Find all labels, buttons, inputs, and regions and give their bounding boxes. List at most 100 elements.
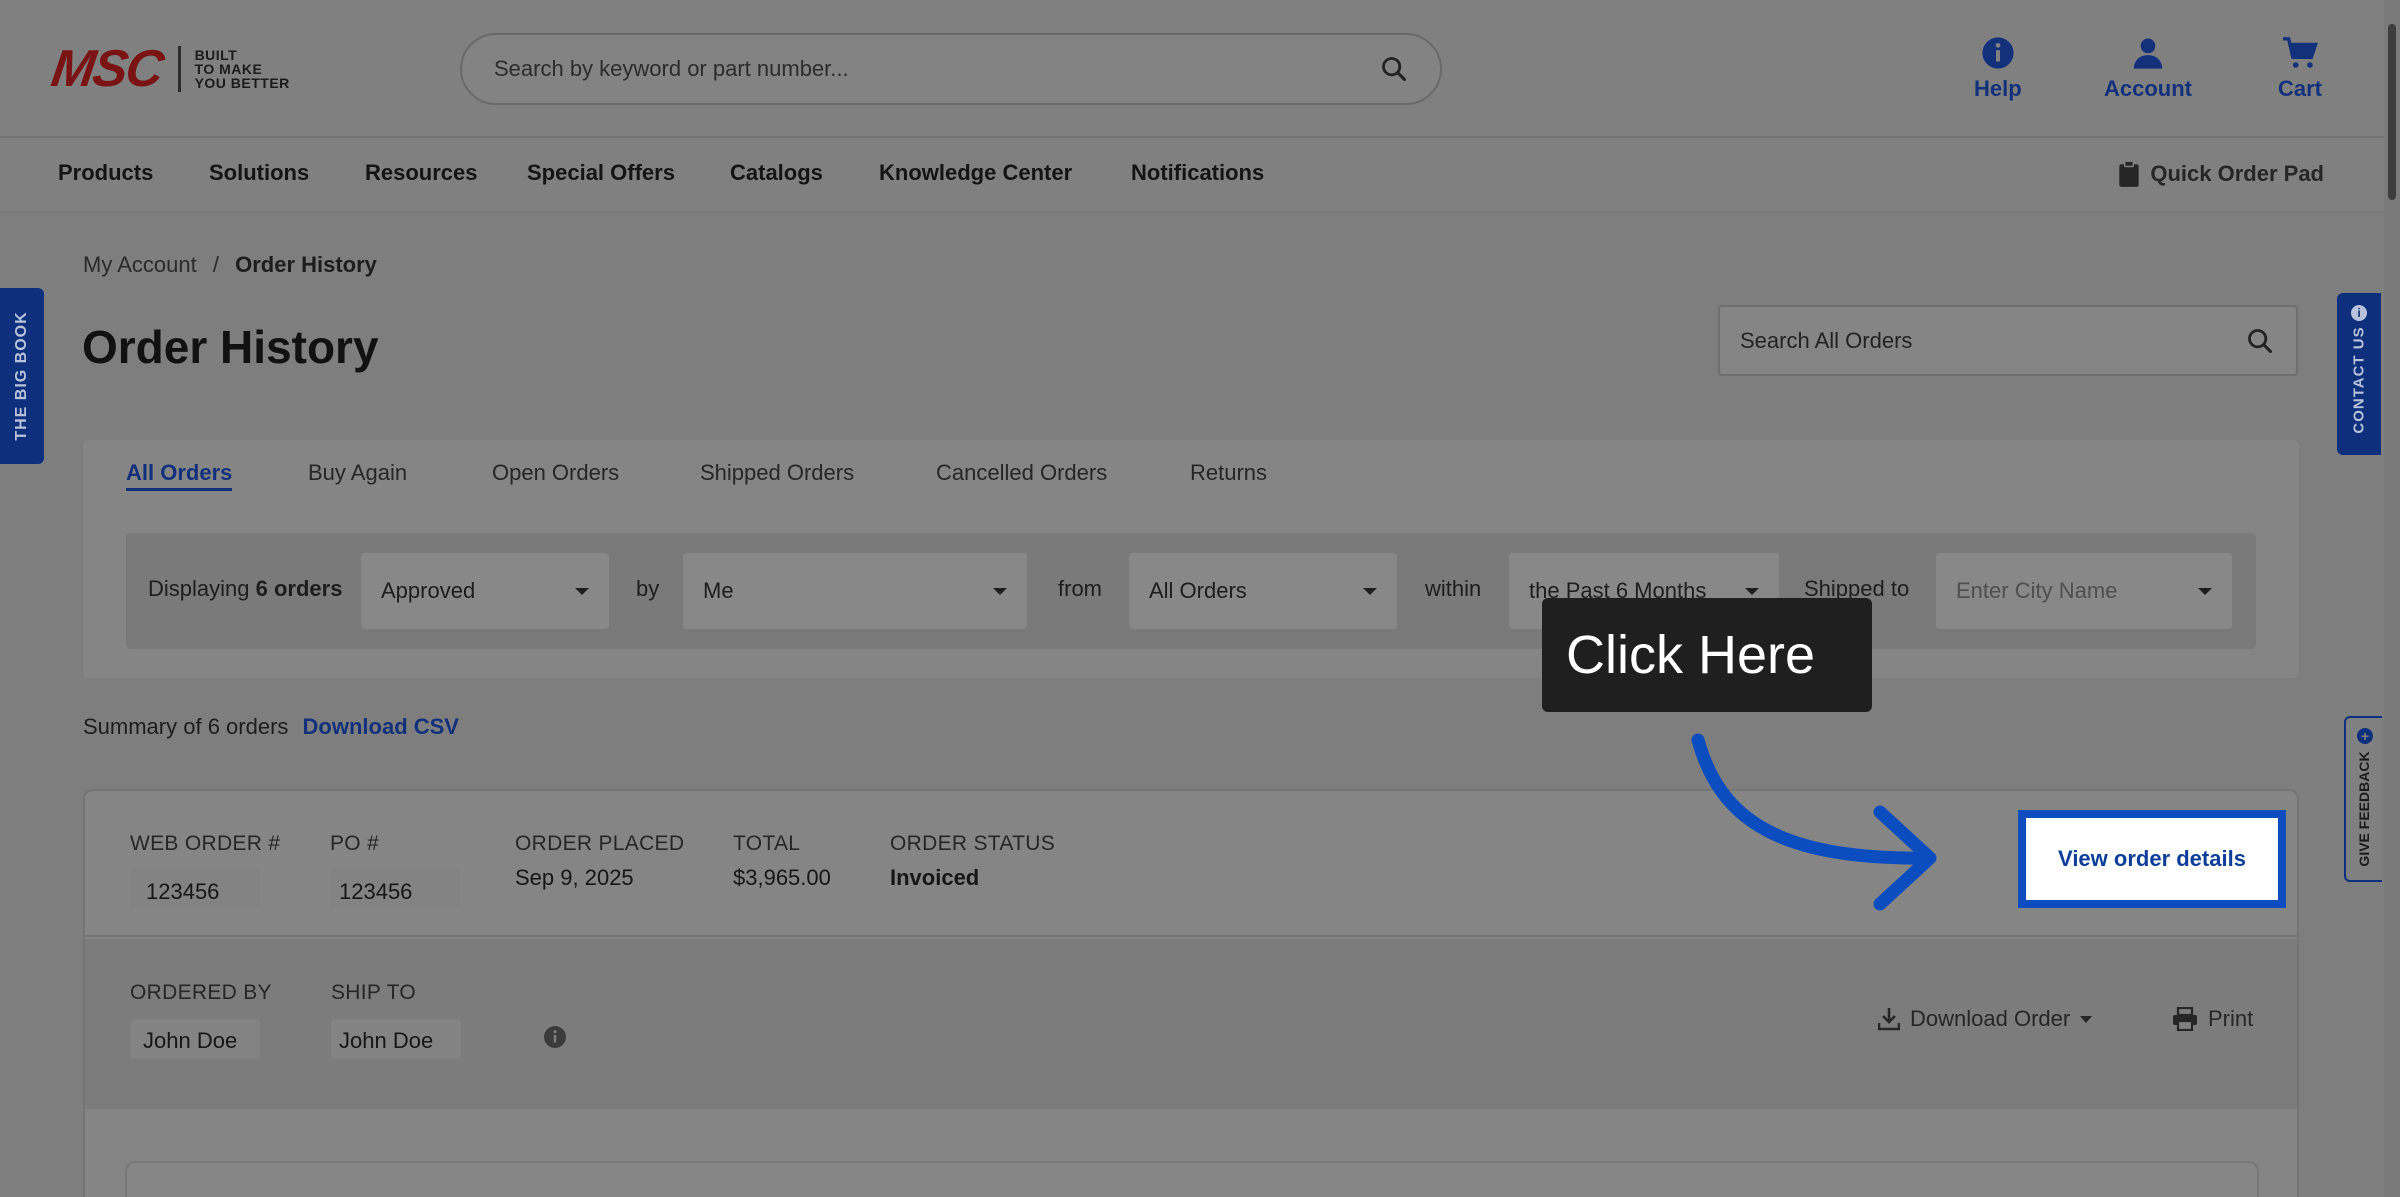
download-icon [1878,1008,1900,1031]
click-here-callout: Click Here [1542,598,1872,712]
logo-tagline: BUILT TO MAKE YOU BETTER [195,48,290,90]
help-link[interactable]: Help [1974,36,2022,102]
chevron-down-icon [993,587,1007,595]
printer-icon [2173,1007,2197,1031]
orders-summary: Summary of 6 orders Download CSV [83,714,459,740]
filter-bar: Displaying 6 orders Approved by Me from … [126,533,2256,649]
click-here-text: Click Here [1566,625,1816,685]
order-card: WEB ORDER # 123456 PO # 123456 ORDER PLA… [83,789,2299,1197]
order-status-label: ORDER STATUS [890,832,1055,855]
give-feedback-label: GIVE FEEDBACK [2356,751,2372,867]
menu-item-catalogs[interactable]: Catalogs [730,160,823,186]
tab-cancelled-orders[interactable]: Cancelled Orders [936,460,1107,486]
site-header: MSC BUILT TO MAKE YOU BETTER Search by k… [0,0,2384,138]
order-source-select-value: All Orders [1149,578,1247,603]
order-search-input[interactable]: Search All Orders [1718,305,2298,376]
big-book-label: THE BIG BOOK [13,311,30,441]
status-select-value: Approved [381,578,476,603]
quick-order-pad-label: Quick Order Pad [2150,161,2324,186]
ordered-by-select[interactable]: Me [683,553,1027,629]
po-value: 123456 [339,879,413,904]
search-icon[interactable] [2246,327,2274,355]
chevron-down-icon [1363,587,1377,595]
breadcrumb-current: Order History [235,252,377,277]
contact-us-tab[interactable]: i CONTACT US [2337,293,2381,455]
scrollbar-thumb[interactable] [2388,24,2396,200]
menu-item-products[interactable]: Products [58,160,153,186]
menu-item-knowledge-center[interactable]: Knowledge Center [879,160,1072,186]
cart-icon [2283,37,2318,68]
displaying-count: 6 orders [255,576,343,601]
main-menu: Products Solutions Resources Special Off… [0,140,2384,212]
page-scrollbar[interactable] [2384,0,2400,1197]
ordered-by-value: John Doe [143,1028,238,1053]
order-placed-label: ORDER PLACED [515,832,685,855]
site-search-placeholder: Search by keyword or part number... [494,56,849,81]
page-title: Order History [82,321,379,373]
breadcrumb: My Account / Order History [83,252,377,278]
tab-shipped-orders[interactable]: Shipped Orders [700,460,854,486]
help-label: Help [1974,76,2022,101]
shipped-to-placeholder: Enter City Name [1956,578,2118,603]
menu-item-notifications[interactable]: Notifications [1131,160,1264,186]
displaying-prefix: Displaying [148,576,250,601]
clipboard-icon [2119,160,2140,187]
within-label: within [1425,576,1482,601]
from-label: from [1058,576,1102,601]
chevron-down-icon [1745,587,1759,595]
user-icon [2133,38,2163,69]
give-feedback-tab[interactable]: + GIVE FEEDBACK [2344,716,2382,882]
info-icon: i [2351,305,2367,321]
plus-icon: + [2357,728,2373,744]
view-order-details-label: View order details [2058,846,2246,871]
logo-tagline-line: YOU BETTER [194,75,290,91]
cart-label: Cart [2278,76,2323,101]
download-order-button[interactable]: Download Order [1878,1006,2093,1032]
view-order-details-button[interactable]: View order details [2018,810,2286,908]
status-select[interactable]: Approved [361,553,609,629]
logo-divider [177,46,181,92]
order-filter-panel: All Orders Buy Again Open Orders Shipped… [83,440,2299,678]
breadcrumb-my-account[interactable]: My Account [83,252,197,277]
chevron-down-icon [2198,587,2212,595]
order-status-value: Invoiced [890,865,980,890]
pointer-arrow-icon [1691,733,1937,911]
tab-open-orders[interactable]: Open Orders [492,460,619,486]
site-search-input[interactable]: Search by keyword or part number... [460,33,1442,105]
info-icon[interactable] [543,1025,567,1049]
tab-returns[interactable]: Returns [1190,460,1267,486]
menu-item-resources[interactable]: Resources [365,160,478,186]
info-icon [1982,37,2014,69]
breadcrumb-separator: / [212,252,219,277]
quick-order-pad-link[interactable]: Quick Order Pad [2118,160,2324,188]
shipped-to-select[interactable]: Enter City Name [1936,553,2232,629]
order-placed-value: Sep 9, 2025 [515,865,634,890]
po-label: PO # [330,832,380,855]
cart-link[interactable]: Cart [2278,36,2322,102]
orders-summary-text: Summary of 6 orders [83,714,289,739]
menu-item-special-offers[interactable]: Special Offers [527,160,675,186]
web-order-label: WEB ORDER # [130,832,281,855]
total-value: $3,965.00 [733,865,831,890]
order-search-placeholder: Search All Orders [1740,327,1913,353]
tab-all-orders[interactable]: All Orders [126,460,233,491]
big-book-tab[interactable]: THE BIG BOOK [0,288,44,464]
contact-us-label: CONTACT US [2350,326,2368,435]
menu-item-solutions[interactable]: Solutions [209,160,309,186]
order-source-select[interactable]: All Orders [1129,553,1397,629]
order-items-panel [125,1161,2259,1197]
tab-buy-again[interactable]: Buy Again [308,460,407,486]
logo-mark: MSC [47,40,166,98]
ship-to-value: John Doe [339,1028,434,1053]
chevron-down-icon [575,587,589,595]
account-link[interactable]: Account [2104,36,2192,102]
download-csv-link[interactable]: Download CSV [303,714,459,739]
account-label: Account [2104,76,2192,101]
search-icon[interactable] [1380,55,1408,83]
ship-to-label: SHIP TO [331,981,416,1004]
web-order-value[interactable]: 123456 [146,879,219,905]
msc-logo[interactable]: MSC BUILT TO MAKE YOU BETTER [48,40,290,98]
download-order-label: Download Order [1910,1006,2071,1031]
displaying-count-text: Displaying 6 orders [148,576,342,602]
print-button[interactable]: Print [2172,1006,2253,1032]
